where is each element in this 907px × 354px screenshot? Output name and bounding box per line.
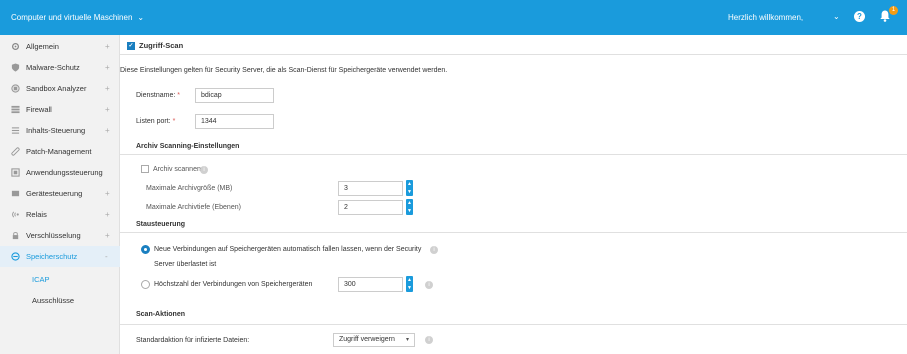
sidebar-item-label: Speicherschutz	[26, 252, 78, 261]
sidebar-item-label: Allgemein	[26, 42, 59, 51]
sidebar: Allgemein + Malware-Schutz + Sandbox Ana…	[0, 35, 120, 354]
listen-port-label: Listen port: *	[136, 118, 176, 125]
sidebar-item-firewall[interactable]: Firewall +	[0, 99, 120, 120]
max-connections-input[interactable]: 300	[338, 277, 403, 292]
sidebar-subitem-icap[interactable]: ICAP	[32, 275, 50, 284]
collapse-icon[interactable]: -	[105, 252, 108, 261]
radio-max-connections-label: Höchstzahl der Verbindungen von Speicher…	[154, 281, 313, 288]
max-connections-stepper[interactable]: ▲ ▼	[406, 276, 413, 292]
context-selector[interactable]: Computer und virtuelle Maschinen ⌄	[11, 13, 144, 22]
sidebar-item-label: Patch-Management	[26, 147, 92, 156]
section-header: Zugriff-Scan	[139, 41, 184, 50]
sidebar-item-verschluesselung[interactable]: Verschlüsselung +	[0, 225, 120, 246]
sidebar-item-allgemein[interactable]: Allgemein +	[0, 36, 120, 57]
sidebar-item-label: Malware-Schutz	[26, 63, 80, 72]
zugriff-scan-toggle[interactable]: ✓ Zugriff-Scan	[127, 41, 183, 50]
sidebar-item-label: Inhalts-Steuerung	[26, 126, 86, 135]
welcome-text: Herzlich willkommen,	[728, 13, 804, 22]
help-icon[interactable]: ?	[854, 11, 865, 22]
sidebar-item-speicherschutz[interactable]: Speicherschutz -	[0, 246, 120, 267]
listen-port-input[interactable]: 1344	[195, 114, 274, 129]
expand-icon[interactable]: +	[105, 42, 110, 51]
caret-down-icon: ▾	[405, 337, 409, 343]
info-icon[interactable]: i	[425, 336, 433, 344]
context-label: Computer und virtuelle Maschinen	[11, 13, 133, 22]
max-size-input[interactable]: 3	[338, 181, 403, 196]
expand-icon[interactable]: +	[105, 189, 110, 198]
max-depth-label: Maximale Archivtiefe (Ebenen)	[146, 204, 241, 211]
sandbox-icon	[11, 84, 20, 93]
sidebar-item-label: Relais	[26, 210, 47, 219]
expand-icon[interactable]: +	[105, 126, 110, 135]
sidebar-item-label: Firewall	[26, 105, 52, 114]
main-panel: ✓ Zugriff-Scan Diese Einstellungen gelte…	[120, 35, 907, 354]
firewall-icon	[11, 105, 20, 114]
content-icon	[11, 126, 20, 135]
sidebar-item-patch-management[interactable]: Patch-Management	[0, 141, 120, 162]
info-icon[interactable]: i	[200, 166, 208, 174]
shield-icon	[11, 63, 20, 72]
notification-badge: 1	[889, 6, 898, 15]
default-action-select[interactable]: Zugriff verweigern ▾	[333, 333, 415, 347]
max-depth-stepper[interactable]: ▲ ▼	[406, 199, 413, 215]
user-menu-chevron-icon[interactable]: ⌄	[833, 12, 840, 21]
lock-icon	[11, 231, 20, 240]
sidebar-item-geraetesteuerung[interactable]: Gerätesteuerung +	[0, 183, 120, 204]
radio-auto-drop[interactable]	[141, 245, 150, 254]
divider	[120, 232, 907, 233]
service-name-input[interactable]: bdicap	[195, 88, 274, 103]
expand-icon[interactable]: +	[105, 84, 110, 93]
sidebar-item-label: Anwendungssteuerung	[26, 168, 103, 177]
archive-section-title: Archiv Scanning-Einstellungen	[136, 143, 240, 150]
congestion-section-title: Stausteuerung	[136, 221, 186, 228]
expand-icon[interactable]: +	[105, 231, 110, 240]
sidebar-item-label: Gerätesteuerung	[26, 189, 83, 198]
default-action-label: Standardaktion für infizierte Dateien:	[136, 337, 250, 344]
check-icon[interactable]: ✓	[127, 41, 135, 50]
expand-icon[interactable]: +	[105, 210, 110, 219]
divider	[120, 154, 907, 155]
divider	[120, 54, 907, 55]
checkbox[interactable]	[141, 165, 149, 173]
sidebar-item-inhalts-steuerung[interactable]: Inhalts-Steuerung +	[0, 120, 120, 141]
max-depth-input[interactable]: 2	[338, 200, 403, 215]
intro-text: Diese Einstellungen gelten für Security …	[120, 67, 448, 74]
max-size-stepper[interactable]: ▲ ▼	[406, 180, 413, 196]
device-icon	[11, 189, 20, 198]
radio-max-connections[interactable]	[141, 280, 150, 289]
sidebar-item-relais[interactable]: Relais +	[0, 204, 120, 225]
sidebar-item-label: Verschlüsselung	[26, 231, 81, 240]
info-icon[interactable]: i	[430, 246, 438, 254]
max-size-label: Maximale Archivgröße (MB)	[146, 185, 233, 192]
default-action-value: Zugriff verweigern	[339, 336, 395, 343]
chevron-down-icon: ⌄	[137, 13, 145, 22]
sidebar-subitem-ausschluesse[interactable]: Ausschlüsse	[32, 296, 74, 305]
radio-auto-drop-label: Neue Verbindungen auf Speichergeräten au…	[154, 246, 422, 253]
relay-icon	[11, 210, 20, 219]
sidebar-item-sandbox-analyzer[interactable]: Sandbox Analyzer +	[0, 78, 120, 99]
expand-icon[interactable]: +	[105, 63, 110, 72]
storage-icon	[11, 252, 20, 261]
sidebar-item-label: Sandbox Analyzer	[26, 84, 87, 93]
sidebar-item-anwendungssteuerung[interactable]: Anwendungssteuerung	[0, 162, 120, 183]
archive-scan-toggle[interactable]: Archiv scannen	[141, 165, 201, 173]
expand-icon[interactable]: +	[105, 105, 110, 114]
sidebar-item-malware-schutz[interactable]: Malware-Schutz +	[0, 57, 120, 78]
app-control-icon	[11, 168, 20, 177]
radio-auto-drop-label-cont: Server überlastet ist	[154, 261, 217, 268]
top-bar: Computer und virtuelle Maschinen ⌄ Herzl…	[0, 0, 907, 35]
archive-scan-label: Archiv scannen	[153, 165, 201, 173]
patch-icon	[11, 147, 20, 156]
scan-actions-section-title: Scan-Aktionen	[136, 311, 186, 318]
divider	[120, 324, 907, 325]
gear-icon	[11, 42, 20, 51]
info-icon[interactable]: i	[425, 281, 433, 289]
service-name-label: Dienstname: *	[136, 92, 180, 99]
